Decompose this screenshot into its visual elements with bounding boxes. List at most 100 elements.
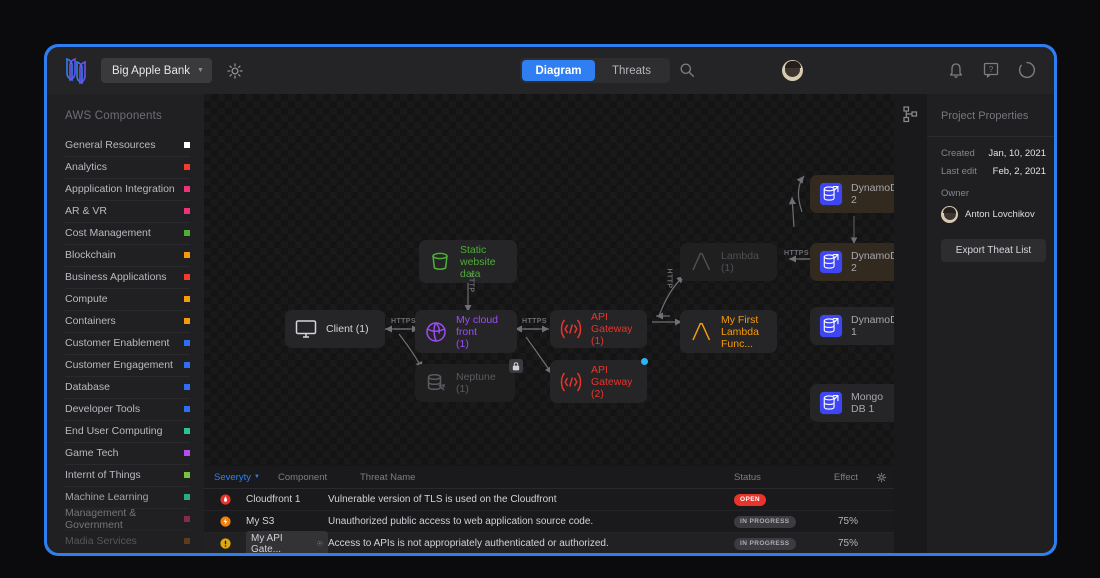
- sidebar-item-general-resources[interactable]: General Resources: [65, 135, 190, 157]
- sidebar-item-developer-tools[interactable]: Developer Tools: [65, 399, 190, 421]
- category-color-swatch: [184, 142, 190, 148]
- sidebar-item-appplication-integration[interactable]: Appplication Integration: [65, 179, 190, 201]
- sidebar-item-label: Customer Enablement: [65, 337, 170, 349]
- project-selector[interactable]: Big Apple Bank ▼: [101, 58, 212, 83]
- category-color-swatch: [184, 362, 190, 368]
- created-row: Created Jan, 10, 2021: [941, 148, 1046, 159]
- cell-component[interactable]: My S3: [246, 516, 328, 527]
- sidebar-item-business-applications[interactable]: Business Applications: [65, 267, 190, 289]
- category-color-swatch: [184, 516, 190, 522]
- cell-component-label: My API Gate...: [251, 532, 283, 554]
- cell-component[interactable]: My API Gate... ☉: [246, 530, 328, 554]
- sidebar-item-game-tech[interactable]: Game Tech: [65, 443, 190, 465]
- component-chip[interactable]: My API Gate... ☉: [246, 530, 328, 554]
- node-label: API Gateway (2): [591, 363, 633, 400]
- sidebar-item-management-government[interactable]: Management & Government: [65, 507, 190, 531]
- edge-label: HTTP: [665, 268, 673, 289]
- diagram-node-dynamodb-2-top[interactable]: DynamoDB 2: [810, 175, 894, 213]
- bell-icon[interactable]: [948, 62, 964, 79]
- flame-icon: [204, 494, 246, 505]
- sidebar-item-label: Business Applications: [65, 271, 167, 283]
- diagram-node-api-gateway-2[interactable]: API Gateway (2): [550, 360, 647, 403]
- export-threat-list-button[interactable]: Export Theat List: [941, 239, 1046, 262]
- column-header-component[interactable]: Component: [278, 472, 360, 483]
- diagram-node-neptune-1[interactable]: Neptune (1): [415, 364, 515, 402]
- sidebar-item-end-user-computing[interactable]: End User Computing: [65, 421, 190, 443]
- table-row[interactable]: Cloudfront 1 Vulnerable version of TLS is…: [204, 489, 894, 511]
- table-row[interactable]: My API Gate... ☉ Access to APIs is not app…: [204, 530, 894, 554]
- node-label: Mongo DB 1: [851, 391, 884, 415]
- sidebar-item-customer-enablement[interactable]: Customer Enablement: [65, 333, 190, 355]
- status-badge: OPEN: [734, 493, 767, 506]
- sidebar-item-madia-services[interactable]: Madia Services: [65, 531, 190, 553]
- diagram-node-my-cloud-front-1[interactable]: My cloud front (1): [415, 310, 517, 353]
- sidebar-item-customer-engagement[interactable]: Customer Engagement: [65, 355, 190, 377]
- column-header-severity[interactable]: Severyty: [214, 472, 251, 483]
- diagram-node-lambda-1[interactable]: Lambda (1): [680, 243, 777, 281]
- help-question-icon[interactable]: ?: [983, 62, 999, 78]
- project-properties-panel: Project Properties Created Jan, 10, 2021…: [927, 94, 1054, 553]
- edge-label: HTTP: [467, 272, 475, 293]
- diagram-node-api-gateway-1[interactable]: API Gateway (1): [550, 310, 647, 348]
- node-label: Client (1): [326, 323, 369, 335]
- sort-descending-icon[interactable]: ▼: [254, 474, 260, 480]
- table-settings-gear-icon[interactable]: [868, 472, 894, 483]
- category-color-swatch: [184, 230, 190, 236]
- sidebar-item-compute[interactable]: Compute: [65, 289, 190, 311]
- diagram-node-dynamodb-2-mid[interactable]: DynamoDB 2: [810, 243, 894, 281]
- sidebar-item-cost-management[interactable]: Cost Management: [65, 223, 190, 245]
- avatar-hair: [943, 207, 956, 213]
- status-badge: IN PROGRESS: [734, 515, 796, 528]
- api-gateway-icon: [559, 317, 583, 341]
- gear-icon[interactable]: [226, 62, 244, 80]
- category-color-swatch: [184, 208, 190, 214]
- created-value: Jan, 10, 2021: [988, 148, 1046, 159]
- leaf-logo-icon[interactable]: [63, 56, 89, 86]
- diagram-node-my-first-lambda[interactable]: My First Lambda Func...: [680, 310, 777, 353]
- sidebar-title: AWS Components: [65, 110, 162, 122]
- sidebar-item-internt-of-things[interactable]: Internt of Things: [65, 465, 190, 487]
- header-actions: ?: [948, 61, 1036, 79]
- view-tabs: Diagram Threats: [520, 58, 670, 83]
- sidebar-item-label: Game Tech: [65, 447, 119, 459]
- diagram-canvas[interactable]: Static website data Client (1) My cloud fr…: [204, 94, 894, 466]
- cell-component[interactable]: Cloudfront 1: [246, 494, 328, 505]
- lock-icon[interactable]: [509, 359, 523, 373]
- monitor-icon: [294, 317, 318, 341]
- tab-threats[interactable]: Threats: [595, 60, 668, 81]
- sidebar-item-analytics[interactable]: Analytics: [65, 157, 190, 179]
- diagram-node-client-1[interactable]: Client (1): [285, 310, 385, 348]
- category-color-swatch: [184, 450, 190, 456]
- hierarchy-tree-icon[interactable]: [903, 106, 918, 123]
- owner-name: Anton Lovchikov: [965, 209, 1035, 220]
- node-label: My First Lambda Func...: [721, 313, 759, 350]
- tab-diagram[interactable]: Diagram: [522, 60, 595, 81]
- sidebar-item-containers[interactable]: Containers: [65, 311, 190, 333]
- info-circle-icon[interactable]: ☉: [317, 540, 323, 548]
- dynamodb-icon: [819, 391, 843, 415]
- diagram-edges: [385, 175, 858, 375]
- diagram-node-dynamodb-1[interactable]: DynamoDB 1: [810, 307, 894, 345]
- avatar[interactable]: [782, 60, 803, 81]
- sidebar-item-label: Compute: [65, 293, 108, 305]
- column-header-effect[interactable]: Effect: [810, 472, 868, 483]
- components-sidebar: AWS Components General Resources Analytic…: [47, 94, 204, 553]
- exclamation-icon: [204, 538, 246, 549]
- search-icon[interactable]: [679, 62, 695, 78]
- column-header-threat-name[interactable]: Threat Name: [360, 472, 734, 483]
- sidebar-item-machine-learning[interactable]: Machine Learning: [65, 487, 190, 509]
- sidebar-item-label: Cost Management: [65, 227, 151, 239]
- sidebar-item-ar-vr[interactable]: AR & VR: [65, 201, 190, 223]
- sidebar-item-blockchain[interactable]: Blockchain: [65, 245, 190, 267]
- dynamodb-icon: [819, 182, 843, 206]
- project-name: Big Apple Bank: [112, 64, 191, 77]
- loading-spinner-icon[interactable]: [1018, 61, 1036, 79]
- category-color-swatch: [184, 538, 190, 544]
- owner-row[interactable]: Anton Lovchikov: [941, 206, 1046, 223]
- diagram-node-mongo-db-1[interactable]: Mongo DB 1: [810, 384, 894, 422]
- sidebar-item-database[interactable]: Database: [65, 377, 190, 399]
- owner-label: Owner: [941, 188, 969, 199]
- column-header-status[interactable]: Status: [734, 472, 810, 483]
- category-color-swatch: [184, 340, 190, 346]
- lightning-icon: [204, 516, 246, 527]
